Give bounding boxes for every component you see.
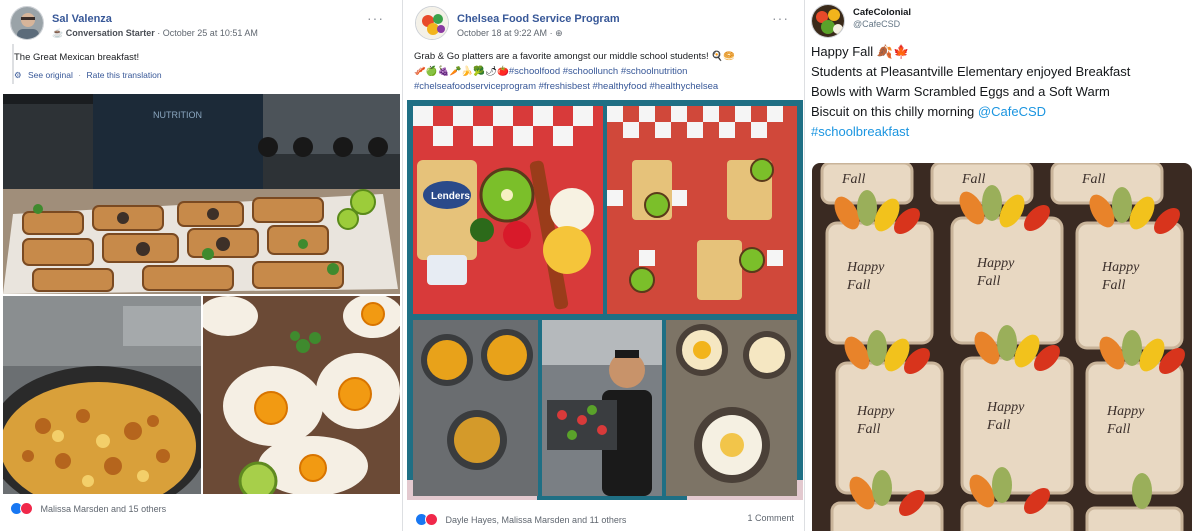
bowl-label: Fall (961, 172, 985, 187)
more-dots-icon[interactable]: ··· (367, 10, 384, 26)
post-header: Sal Valenza ☕ Conversation Starter · Oct… (10, 6, 390, 46)
post-header: Chelsea Food Service Program October 18 … (415, 6, 795, 46)
photo-breakfast-bowls[interactable]: Fall Fall Fall Happy Fall Happy Fall Hap… (812, 163, 1192, 531)
love-reaction-icon (425, 513, 438, 526)
bowl-label-happy-fall-4: Happy Fall (857, 404, 895, 437)
post-text-line1: Grab & Go platters are a favorite amongs… (414, 51, 735, 62)
translation-links: ⚙ See original · Rate this translation (14, 70, 162, 80)
post-text: The Great Mexican breakfast! (14, 52, 140, 63)
tweet-line3: Bowls with Warm Scrambled Eggs and a Sof… (811, 84, 1110, 99)
post-text-line2: 🥓🍏🍇🥕🍌🥦🌶🍅#schoolfood #schoollunch #school… (414, 66, 688, 77)
svg-text:Lenders: Lenders (431, 191, 470, 202)
tweet-cafecolonial: CafeColonial @CafeCSD Happy Fall 🍂🍁 Stud… (807, 0, 1197, 531)
bowl-label-happy-fall-3: Happy Fall (1102, 260, 1140, 293)
globe-icon: ⊕ (555, 28, 563, 38)
reactions-bar[interactable]: Dayle Hayes, Malissa Marsden and 11 othe… (415, 513, 626, 526)
post-text: Grab & Go platters are a favorite amongs… (414, 49, 802, 94)
mug-icon: ☕ (52, 28, 64, 38)
hashtag-link[interactable]: #schoolbreakfast (811, 122, 1191, 142)
avatar-sal-valenza[interactable] (10, 6, 44, 40)
author-name[interactable]: Chelsea Food Service Program (457, 13, 620, 25)
post-sal-valenza: Sal Valenza ☕ Conversation Starter · Oct… (0, 0, 403, 531)
tweet-line4: Biscuit on this chilly morning @CafeCSD (811, 104, 1047, 119)
reactions-count[interactable]: Dayle Hayes, Malissa Marsden and 11 othe… (446, 515, 627, 525)
maple-leaf-icon: 🍁 (892, 44, 910, 59)
globe-icon: ⚙ (14, 70, 22, 80)
reactions-count[interactable]: Malissa Marsden and 15 others (41, 504, 167, 514)
post-meta: ☕ Conversation Starter · October 25 at 1… (52, 28, 258, 38)
author-name[interactable]: Sal Valenza (52, 13, 112, 25)
bowl-label: Fall (1081, 172, 1105, 187)
post-meta: October 18 at 9:22 AM · ⊕ (457, 28, 563, 38)
mention-link[interactable]: @CafeCSD (978, 104, 1046, 119)
love-reaction-icon (20, 502, 33, 515)
author-handle[interactable]: @CafeCSD (853, 19, 900, 29)
see-original-link[interactable]: See original (28, 70, 73, 80)
rate-translation-link[interactable]: Rate this translation (86, 70, 161, 80)
bowl-label-happy-fall-1: Happy Fall (847, 260, 885, 293)
more-dots-icon[interactable]: ··· (772, 10, 789, 26)
reactions-bar[interactable]: Malissa Marsden and 15 others (10, 502, 166, 515)
avatar-chelsea[interactable] (415, 6, 449, 40)
photo-collage[interactable]: Lenders (407, 100, 803, 500)
tweet-line1: Happy Fall 🍂🍁 (811, 44, 910, 59)
avatar-cafecolonial[interactable] (811, 4, 845, 38)
tweet-line2: Students at Pleasantville Elementary enj… (811, 64, 1131, 79)
post-hashtags[interactable]: #chelseafoodserviceprogram #freshisbest … (414, 79, 802, 94)
bowl-label: Fall (841, 172, 865, 187)
photo-scrambled-eggs[interactable] (3, 296, 201, 494)
bowl-label-happy-fall-6: Happy Fall (1107, 404, 1145, 437)
photo-burritos[interactable]: NUTRITION (3, 94, 400, 294)
timestamp[interactable]: October 18 at 9:22 AM (457, 28, 547, 38)
photo-fried-eggs[interactable] (203, 296, 400, 494)
timestamp[interactable]: October 25 at 10:51 AM (163, 28, 258, 38)
bowl-label-happy-fall-2: Happy Fall (977, 256, 1015, 289)
post-chelsea-food-service: Chelsea Food Service Program October 18 … (405, 0, 805, 531)
maple-leaf-icon: 🍂 (876, 44, 893, 59)
author-name[interactable]: CafeColonial (853, 7, 911, 18)
svg-text:NUTRITION: NUTRITION (153, 110, 202, 120)
badge-conversation-starter: Conversation Starter (65, 28, 155, 38)
tweet-text: Happy Fall 🍂🍁 Students at Pleasantville … (811, 42, 1191, 142)
comments-count[interactable]: 1 Comment (747, 513, 794, 523)
bowl-label-happy-fall-5: Happy Fall (987, 400, 1025, 433)
